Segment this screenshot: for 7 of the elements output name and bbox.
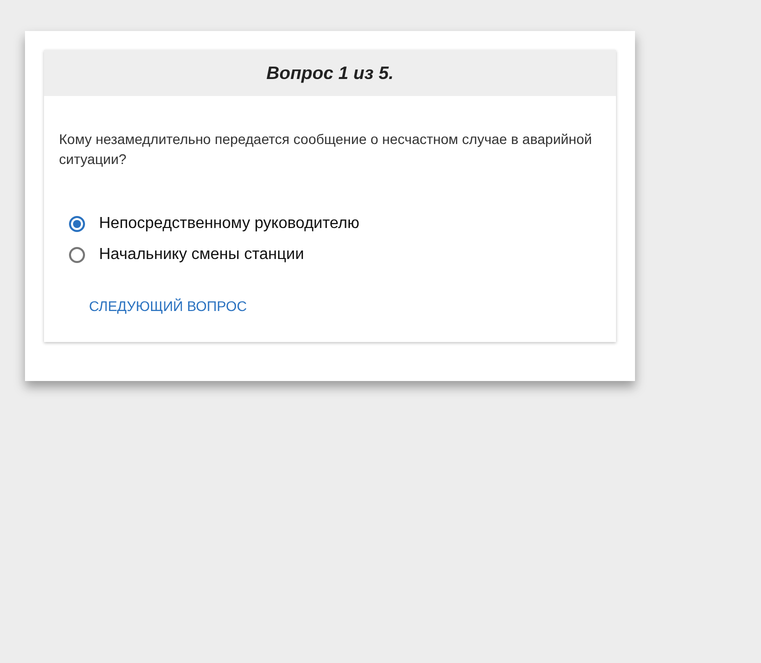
next-question-button[interactable]: СЛЕДУЮЩИЙ ВОПРОС bbox=[79, 294, 257, 318]
question-counter: Вопрос 1 из 5. bbox=[266, 62, 394, 84]
answer-option[interactable]: Начальнику смены станции bbox=[69, 246, 304, 264]
answer-option[interactable]: Непосредственному руководителю bbox=[69, 215, 360, 233]
question-text: Кому незамедлительно передается сообщение о несчастном случае в аварийной ситуации? bbox=[59, 130, 593, 169]
radio-button[interactable] bbox=[69, 247, 85, 263]
radio-button[interactable] bbox=[69, 216, 85, 232]
